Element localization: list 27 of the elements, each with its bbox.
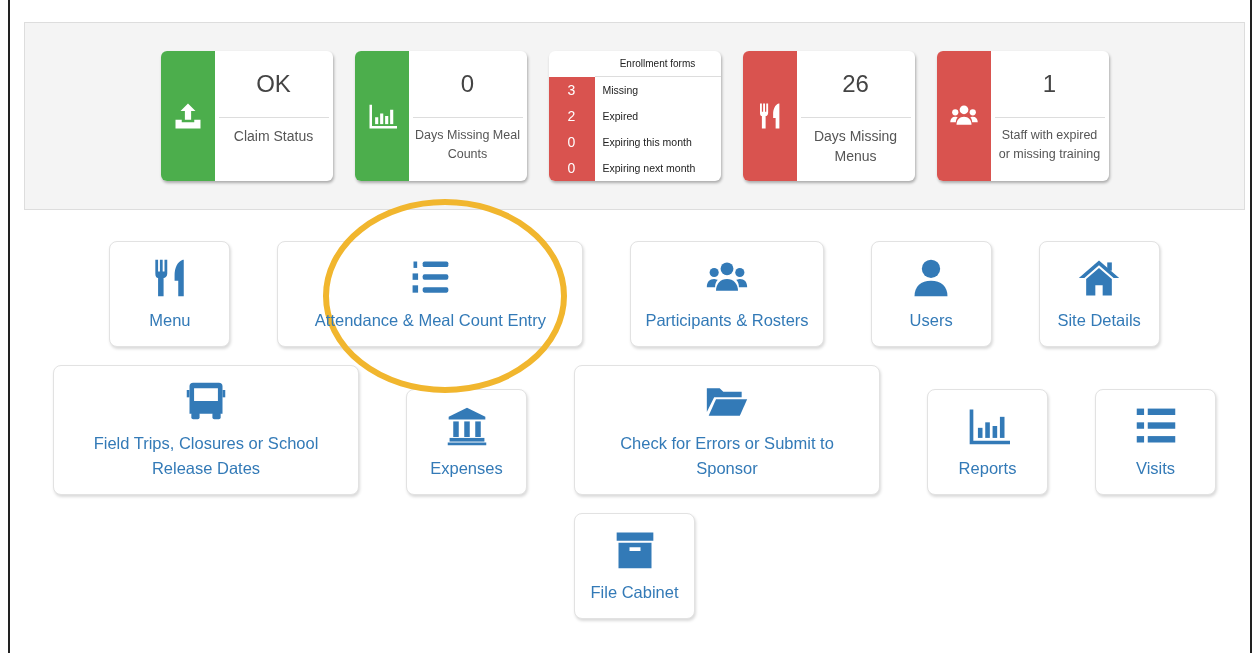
list-title: Enrollment forms bbox=[619, 58, 696, 69]
nav-tile[interactable]: Expenses bbox=[406, 389, 527, 495]
form-status-label: Expired bbox=[601, 109, 639, 124]
nav-tile[interactable]: Site Details bbox=[1038, 241, 1160, 347]
nav-tile[interactable]: Check for Errors or Submit to Sponsor bbox=[574, 365, 880, 495]
nav-tile[interactable]: File Cabinet bbox=[574, 513, 695, 619]
form-status-label: Missing bbox=[601, 83, 639, 98]
status-label: Days Missing Meal Counts bbox=[414, 127, 521, 163]
nav-tile[interactable]: Reports bbox=[927, 389, 1048, 495]
form-count: 3 bbox=[548, 77, 595, 103]
form-status-label: Expiring next month bbox=[601, 161, 696, 176]
status-label: Days Missing Menus bbox=[812, 127, 899, 166]
nav-tile[interactable]: Menu bbox=[109, 241, 231, 347]
status-label: Staff with expired or missing training bbox=[997, 127, 1102, 163]
nav-tile[interactable]: Users bbox=[870, 241, 992, 347]
form-count: 0 bbox=[548, 129, 595, 155]
form-count: 2 bbox=[548, 103, 595, 129]
nav-tile[interactable]: Field Trips, Closures or School Release Dates bbox=[53, 365, 359, 495]
form-count: 0 bbox=[548, 155, 595, 181]
form-status-label: Expiring this month bbox=[601, 135, 692, 150]
nav-tile[interactable]: Participants & Rosters bbox=[630, 241, 824, 347]
status-value: 26 bbox=[800, 51, 911, 118]
nav-tile[interactable]: Visits bbox=[1095, 389, 1216, 495]
status-value: 1 bbox=[994, 51, 1105, 118]
status-value: OK bbox=[218, 51, 329, 118]
status-value: 0 bbox=[412, 51, 523, 118]
status-label: Claim Status bbox=[232, 127, 315, 146]
